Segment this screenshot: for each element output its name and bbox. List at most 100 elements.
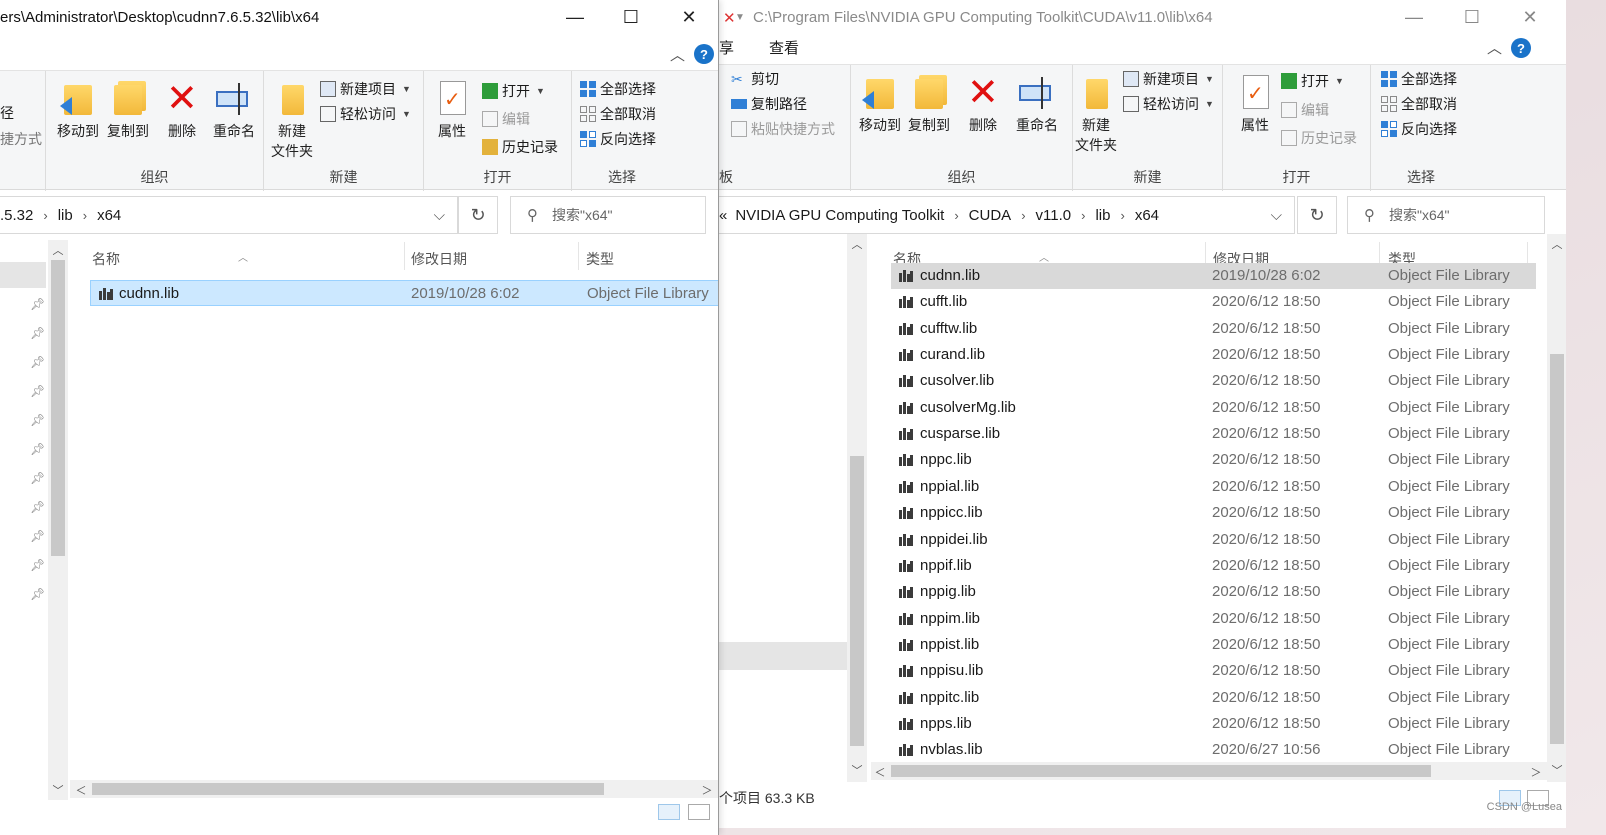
file-row[interactable]: nppif.lib 2020/6/12 18:50 Object File Libr… [891,553,1536,579]
easy-access-button[interactable]: 轻松访问 ▼ [1123,94,1214,114]
file-row[interactable]: curand.lib 2020/6/12 18:50 Object File Lib… [891,342,1536,368]
new-folder-button[interactable]: 新建 文件夹 [268,81,316,161]
properties-button[interactable]: ✓ 属性 [432,81,472,141]
file-row[interactable]: cusolverMg.lib 2020/6/12 18:50 Object File… [891,395,1536,421]
breadcrumb-item[interactable]: x64 [97,207,121,224]
breadcrumb-item[interactable]: lib [1095,207,1110,224]
invert-selection-button[interactable]: 反向选择 [580,129,656,149]
scroll-down-icon[interactable]: ﹀ [848,762,866,778]
chevron-down-icon[interactable]: ⌵ [434,207,445,224]
cut-button[interactable]: ✂ 剪切 [731,69,779,89]
file-row[interactable]: nppial.lib 2020/6/12 18:50 Object File Lib… [891,474,1536,500]
address-bar[interactable]: .5.32 › lib › x64 ⌵ [0,196,458,234]
column-name[interactable]: 名称 [92,249,120,269]
close-button[interactable]: ✕ [1501,0,1559,34]
select-none-button[interactable]: 全部取消 [580,104,656,124]
horizontal-scrollbar[interactable]: ＜ ＞ [70,780,718,798]
copy-path-button[interactable]: 复制路径 [731,94,807,114]
tab-view[interactable]: 查看 [769,37,799,58]
new-item-button[interactable]: 新建项目 ▼ [1123,69,1214,89]
copy-path-button[interactable]: 径 [0,103,14,123]
chevron-down-icon[interactable]: ▼ [735,12,745,23]
chevron-up-icon[interactable]: ︿ [1487,37,1502,58]
file-row[interactable]: nppist.lib 2020/6/12 18:50 Object File Lib… [891,632,1536,658]
minimize-button[interactable]: — [1385,0,1443,34]
scroll-up-icon[interactable]: ︿ [49,242,67,258]
breadcrumb-item[interactable]: lib [58,207,73,224]
breadcrumb-overflow[interactable]: « [719,207,727,224]
history-button[interactable]: 历史记录 [1281,128,1357,148]
help-icon[interactable]: ? [1511,38,1531,58]
search-input[interactable]: ⚲ 搜索"x64" [510,196,706,234]
title-bar[interactable]: ers\Administrator\Desktop\cudnn7.6.5.32\… [0,0,718,34]
help-icon[interactable]: ? [694,44,714,64]
copy-to-button[interactable]: 复制到 [104,81,152,141]
file-row[interactable]: npps.lib 2020/6/12 18:50 Object File Libra… [891,711,1536,737]
breadcrumb-item[interactable]: .5.32 [0,207,33,224]
scroll-thumb[interactable] [850,456,864,746]
file-row[interactable]: nppim.lib 2020/6/12 18:50 Object File Libr… [891,606,1536,632]
nav-item-selected[interactable] [0,262,46,288]
open-button[interactable]: 打开 ▼ [482,81,545,101]
scroll-left-icon[interactable]: ＜ [871,764,889,780]
column-type[interactable]: 类型 [586,249,614,269]
close-button[interactable]: ✕ [660,0,718,34]
properties-button[interactable]: ✓ 属性 [1235,75,1275,135]
scroll-down-icon[interactable]: ﹀ [49,782,67,798]
scroll-down-icon[interactable]: ﹀ [1548,762,1566,778]
file-row[interactable]: nppidei.lib 2020/6/12 18:50 Object File Li… [891,527,1536,553]
new-item-button[interactable]: 新建项目 ▼ [320,79,411,99]
rename-button[interactable]: 重命名 [1009,75,1065,135]
minimize-button[interactable]: — [546,0,604,34]
nav-scrollbar[interactable]: ︿ ﹀ [847,234,867,782]
edit-button[interactable]: 编辑 [482,109,530,129]
breadcrumb-item[interactable]: x64 [1135,207,1159,224]
file-row[interactable]: cusparse.lib 2020/6/12 18:50 Object File L… [891,421,1536,447]
breadcrumb-item[interactable]: CUDA [969,207,1012,224]
search-input[interactable]: ⚲ 搜索"x64" [1347,196,1545,234]
refresh-button[interactable]: ↻ [458,196,498,234]
file-row[interactable]: cusolver.lib 2020/6/12 18:50 Object File L… [891,368,1536,394]
details-view-button[interactable] [658,804,680,820]
move-to-button[interactable]: 移动到 [857,75,903,135]
scroll-right-icon[interactable]: ＞ [698,782,716,798]
breadcrumb-item[interactable]: NVIDIA GPU Computing Toolkit [735,207,944,224]
scroll-thumb[interactable] [51,260,65,556]
tab-share[interactable]: 享 [719,37,734,58]
copy-to-button[interactable]: 复制到 [905,75,953,135]
select-all-button[interactable]: 全部选择 [1381,69,1457,89]
navigation-pane[interactable] [719,240,847,770]
scroll-up-icon[interactable]: ︿ [848,236,866,252]
file-row[interactable]: cufft.lib 2020/6/12 18:50 Object File Libr… [891,289,1536,315]
rename-button[interactable]: 重命名 [206,81,262,141]
scroll-right-icon[interactable]: ＞ [1527,764,1545,780]
horizontal-scrollbar[interactable]: ＜ ＞ [871,762,1547,780]
maximize-button[interactable]: ☐ [602,0,660,34]
scroll-up-icon[interactable]: ︿ [1548,236,1566,252]
select-none-button[interactable]: 全部取消 [1381,94,1457,114]
file-row[interactable]: cudnn.lib 2019/10/28 6:02 Object File Libr… [891,263,1536,289]
maximize-button[interactable]: ☐ [1443,0,1501,34]
scroll-thumb[interactable] [92,783,604,795]
file-row[interactable]: nppc.lib 2020/6/12 18:50 Object File Libra… [891,447,1536,473]
refresh-button[interactable]: ↻ [1297,196,1337,234]
navigation-pane[interactable]: 📌︎ 📌︎ 📌︎ 📌︎ 📌︎ 📌︎ 📌︎ 📌︎ 📌︎ 📌︎ 📌︎ [0,240,46,800]
address-bar[interactable]: « NVIDIA GPU Computing Toolkit › CUDA › v1… [719,196,1295,234]
delete-button[interactable]: ✕ 删除 [963,74,1003,135]
list-scrollbar[interactable]: ︿ ﹀ [1547,234,1566,782]
file-row[interactable]: nppicc.lib 2020/6/12 18:50 Object File Lib… [891,500,1536,526]
move-to-button[interactable]: 移动到 [54,81,102,141]
title-bar[interactable]: ✕ ▼ C:\Program Files\NVIDIA GPU Computin… [719,0,1566,34]
paste-shortcut-button[interactable]: 捷方式 [0,129,42,149]
file-row[interactable]: nppig.lib 2020/6/12 18:50 Object File Libr… [891,579,1536,605]
select-all-button[interactable]: 全部选择 [580,79,656,99]
file-row[interactable]: nvblas.lib 2020/6/27 10:56 Object File Lib… [891,737,1536,763]
nav-scrollbar[interactable]: ︿ ﹀ [48,240,68,800]
easy-access-button[interactable]: 轻松访问 ▼ [320,104,411,124]
history-button[interactable]: 历史记录 [482,137,558,157]
quick-access-icon[interactable]: ✕ [723,9,736,27]
paste-shortcut-button[interactable]: 粘贴快捷方式 [731,119,835,139]
nav-item-selected[interactable] [719,642,847,670]
delete-button[interactable]: ✕ 删除 [162,80,202,141]
edit-button[interactable]: 编辑 [1281,100,1329,120]
